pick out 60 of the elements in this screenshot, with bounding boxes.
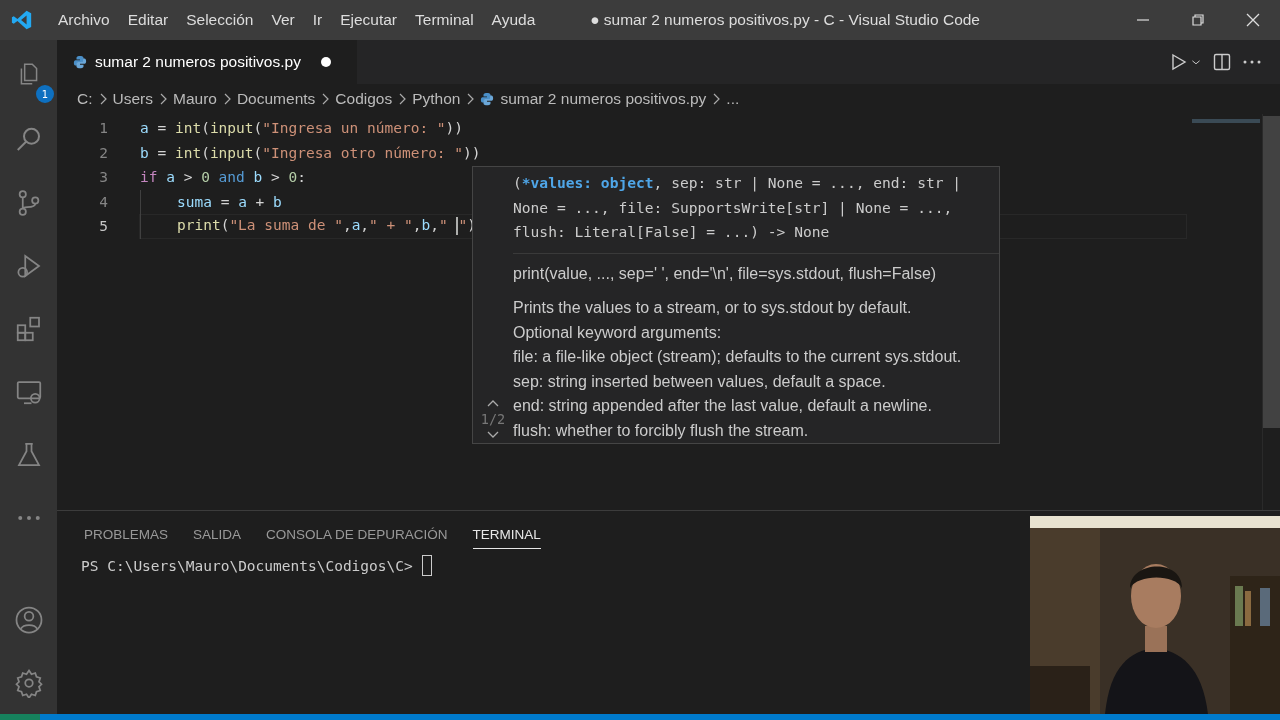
minimap-preview (1192, 119, 1260, 123)
doc-text: Prints the values to a stream, or to sys.stdout by default. (513, 298, 913, 318)
chevron-icon (158, 93, 168, 105)
unsaved-dot (320, 57, 331, 67)
doc-text: end: string appended after the last value, default a newline. (513, 396, 933, 416)
menu-item[interactable]: Ir (303, 11, 332, 29)
panel-tab[interactable]: PROBLEMAS (84, 519, 169, 549)
chevron-icon (320, 93, 331, 105)
chevron-icon (397, 93, 408, 105)
chevron-icon (711, 93, 722, 105)
doc-signature: print(value, ..., sep=' ', end='\n', file=sys.stdout, flush=False) (513, 263, 938, 284)
menu-item[interactable]: Ejecutar (331, 11, 406, 29)
breadcrumb-item[interactable]: C: (77, 90, 93, 108)
menu-item[interactable]: Terminal (406, 11, 483, 29)
chevron-icon (465, 93, 476, 105)
line-number: 4 (98, 193, 108, 210)
code-line: if a > 0 and b > 0: (140, 169, 306, 186)
settings-icon[interactable] (13, 667, 44, 698)
split-editor-icon[interactable] (1212, 52, 1232, 72)
doc-text: Optional keyword arguments: (513, 322, 723, 343)
line-number: 5 (98, 218, 108, 235)
breadcrumb-item[interactable]: Documents (236, 90, 316, 108)
line-number: 1 (98, 120, 108, 137)
menu-item[interactable]: Selección (177, 11, 263, 29)
line-number: 3 (98, 169, 108, 186)
doc-text: file: a file-like object (stream); defaults to the current sys.stdout. (513, 347, 963, 367)
breadcrumb-item[interactable]: ... (726, 90, 740, 108)
editor-tab[interactable]: sumar 2 numeros positivos.py (57, 40, 357, 84)
breadcrumb-item[interactable]: Mauro (173, 90, 217, 108)
tab-label: sumar 2 numeros positivos.py (95, 53, 301, 71)
vscode-logo (11, 9, 33, 31)
function-signature: (*values: object, sep: str | None = ..., end: str | None = ..., file: SupportsWrite[str] | None = ..., flush: Literal[False] = ...) -> None (513, 167, 999, 254)
panel-tab[interactable]: CONSOLA DE DEPURACIÓN (266, 519, 448, 549)
python-file-icon (480, 92, 495, 106)
breadcrumb-item[interactable]: Codigos (335, 90, 393, 108)
close-icon[interactable] (1244, 12, 1261, 28)
menu-item[interactable]: Archivo (49, 11, 119, 29)
terminal-prompt: PS C:\Users\Mauro\Documents\Codigos\C> (81, 557, 413, 574)
code-line: b = int(input("Ingresa otro número: ")) (140, 144, 481, 161)
scrollbar-thumb[interactable] (1263, 116, 1280, 428)
breadcrumb-item[interactable]: Python (412, 90, 461, 108)
doc-text: sep: string inserted between values, default a space. (513, 371, 887, 392)
panel-tab[interactable]: SALIDA (193, 519, 242, 549)
code-line: suma = a + b (177, 193, 282, 210)
account-icon[interactable] (13, 604, 44, 635)
restore-icon[interactable] (1189, 12, 1206, 28)
breadcrumb-item[interactable]: sumar 2 numeros positivos.py (500, 90, 707, 108)
line-number: 2 (98, 144, 108, 161)
count-badge: 1 (36, 85, 54, 103)
doc-text: flush: whether to forcibly flush the stream. (513, 420, 810, 441)
terminal-cursor (421, 555, 432, 576)
page-indicator: 1/2 (480, 411, 506, 427)
code-line: a = int(input("Ingresa un número: ")) (140, 120, 464, 137)
python-file-icon (73, 55, 87, 69)
breadcrumb-item[interactable]: Users (112, 90, 153, 108)
panel-tab[interactable]: TERMINAL (472, 519, 541, 549)
menu-item[interactable]: Ver (262, 11, 304, 29)
menu-item[interactable]: Ayuda (482, 11, 545, 29)
menu-item[interactable]: Editar (118, 11, 178, 29)
window-title: ● sumar 2 numeros positivos.py - C - Visual Studio Code (590, 11, 980, 29)
